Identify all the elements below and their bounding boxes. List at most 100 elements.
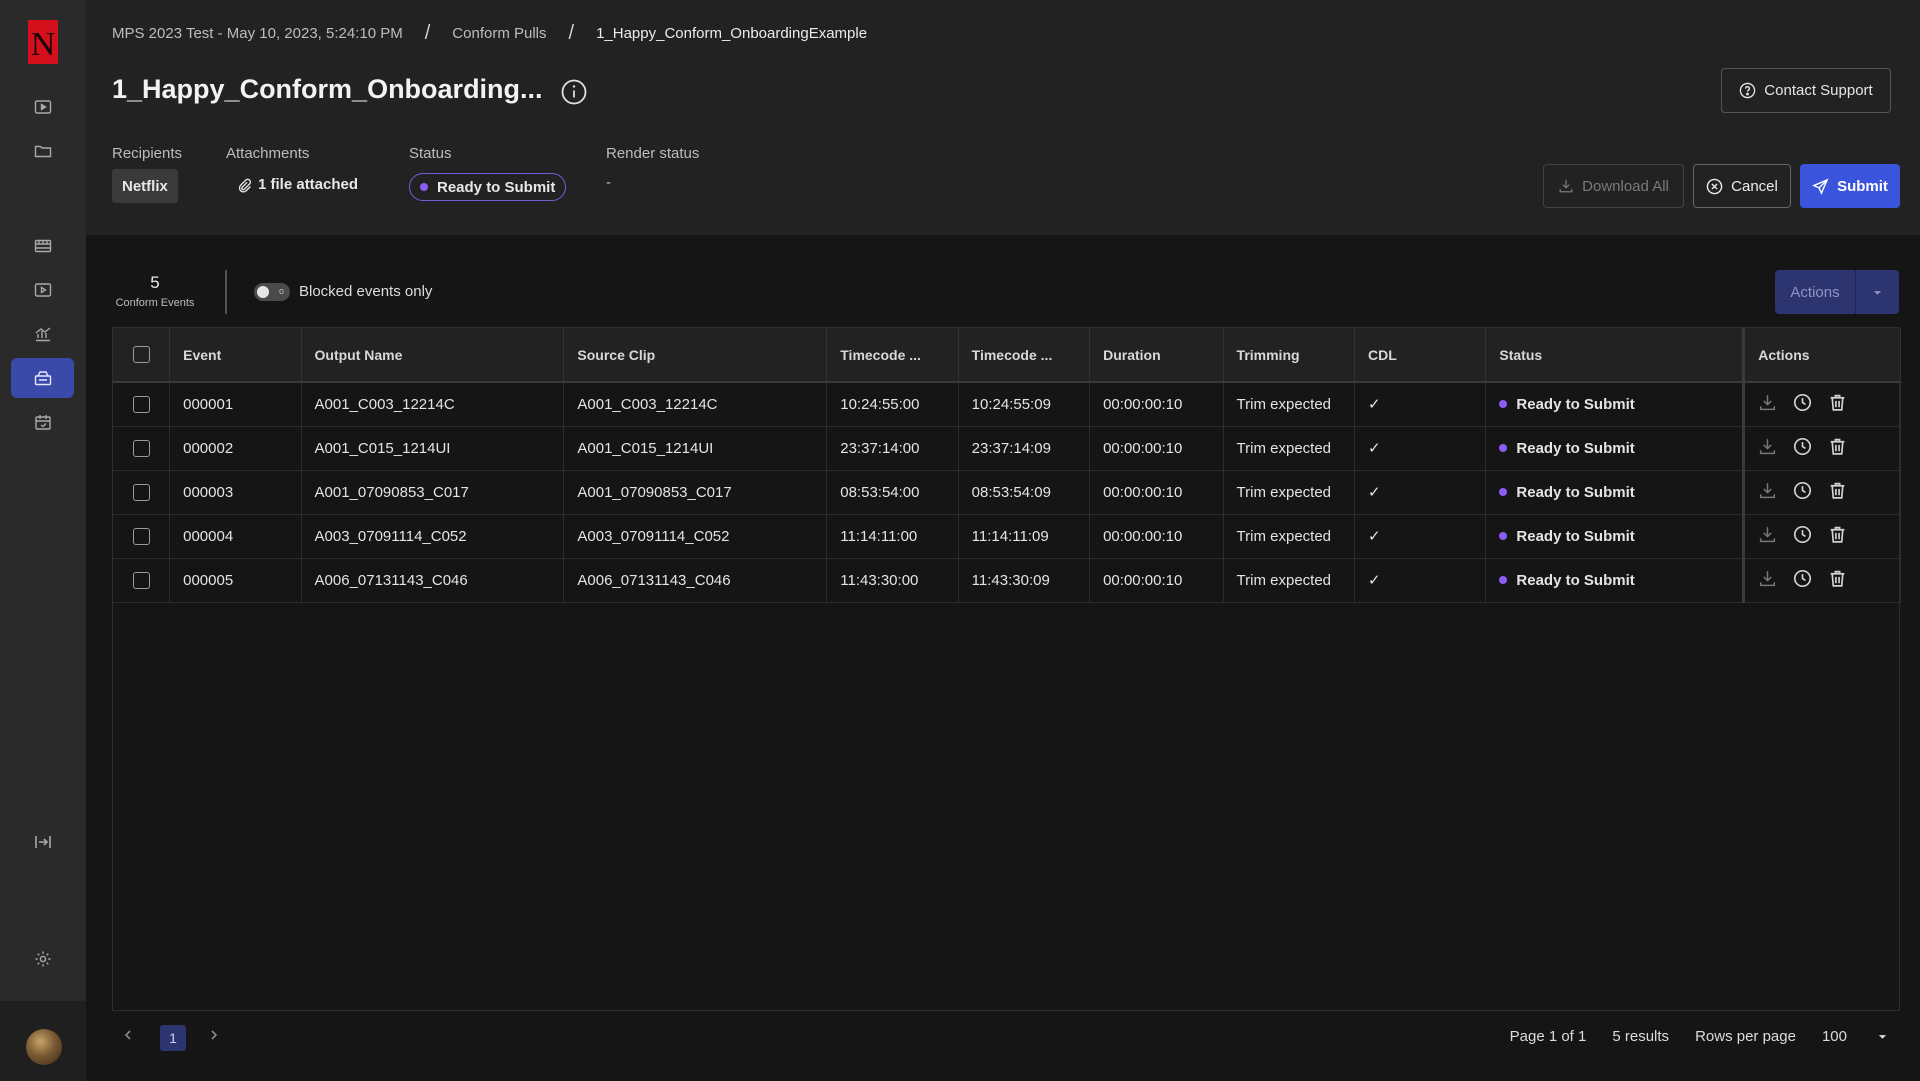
- timecode-in-cell: 08:53:54:00: [826, 470, 959, 515]
- table-row[interactable]: 000005 A006_07131143_C046 A006_07131143_…: [113, 558, 1901, 603]
- timecode-out-cell: 23:37:14:09: [958, 426, 1091, 471]
- breadcrumb-conform-pulls[interactable]: Conform Pulls: [452, 25, 546, 42]
- user-area: [0, 1001, 86, 1081]
- submit-button[interactable]: Submit: [1800, 164, 1900, 208]
- attachments-value: 1 file attached: [258, 176, 359, 193]
- chevron-left-icon[interactable]: [122, 1028, 134, 1046]
- column-header-trimming[interactable]: Trimming: [1223, 328, 1355, 383]
- page-button-current[interactable]: 1: [160, 1025, 186, 1051]
- row-status: Ready to Submit: [1516, 527, 1635, 545]
- table-row[interactable]: 000003 A001_07090853_C017 A001_07090853_…: [113, 470, 1901, 515]
- paperclip-icon: [238, 178, 252, 193]
- column-header-actions: Actions: [1742, 328, 1901, 383]
- avatar[interactable]: [26, 1029, 62, 1065]
- cdl-check-icon: ✓: [1354, 558, 1487, 603]
- results-count: 5 results: [1612, 1028, 1670, 1045]
- cancel-label: Cancel: [1731, 177, 1778, 195]
- close-circle-icon: [1706, 178, 1723, 194]
- row-status: Ready to Submit: [1516, 483, 1635, 501]
- rows-per-page-value: 100: [1821, 1028, 1847, 1045]
- download-all-button[interactable]: Download All: [1543, 164, 1684, 208]
- calendar-icon[interactable]: [11, 402, 74, 442]
- download-icon[interactable]: [1758, 569, 1777, 592]
- rows-per-page-select[interactable]: 100: [1822, 1028, 1888, 1045]
- status-cell: Ready to Submit: [1485, 514, 1745, 559]
- column-header-duration[interactable]: Duration: [1089, 328, 1224, 383]
- collapse-icon[interactable]: [11, 822, 74, 862]
- cdl-check-icon: ✓: [1354, 514, 1487, 559]
- column-header-timecode-in[interactable]: Timecode ...: [826, 328, 959, 383]
- column-header-timecode-out[interactable]: Timecode ...: [958, 328, 1091, 383]
- play-icon[interactable]: [11, 87, 74, 127]
- breadcrumb-project[interactable]: MPS 2023 Test - May 10, 2023, 5:24:10 PM: [112, 25, 403, 42]
- duration-cell: 00:00:00:10: [1089, 382, 1224, 427]
- gear-icon[interactable]: [11, 939, 74, 979]
- download-icon[interactable]: [1758, 481, 1777, 504]
- history-icon[interactable]: [1793, 569, 1812, 592]
- column-header-status[interactable]: Status: [1485, 328, 1745, 383]
- table-row[interactable]: 000004 A003_07091114_C052 A003_07091114_…: [113, 514, 1901, 559]
- blocked-events-toggle[interactable]: o: [254, 283, 290, 301]
- chart-icon[interactable]: [11, 314, 74, 354]
- download-icon[interactable]: [1758, 393, 1777, 416]
- table-row[interactable]: 000002 A001_C015_1214UI A001_C015_1214UI…: [113, 426, 1901, 471]
- status-cell: Ready to Submit: [1485, 426, 1745, 471]
- row-checkbox[interactable]: [132, 439, 150, 457]
- trash-icon[interactable]: [1828, 481, 1847, 504]
- recipients-label: Recipients: [112, 145, 183, 162]
- column-header-source-clip[interactable]: Source Clip: [563, 328, 828, 383]
- actions-label[interactable]: Actions: [1775, 270, 1855, 314]
- render-status-label: Render status: [606, 145, 700, 162]
- status-dot: [1499, 576, 1508, 584]
- row-checkbox[interactable]: [132, 527, 150, 545]
- pagination-info: Page 1 of 1 5 results Rows per page 100: [1510, 1028, 1888, 1045]
- download-icon[interactable]: [1758, 525, 1777, 548]
- status-value: Ready to Submit: [437, 178, 556, 196]
- events-table: Event Output Name Source Clip Timecode .…: [112, 327, 1901, 1065]
- conform-icon[interactable]: [11, 358, 74, 398]
- row-checkbox[interactable]: [132, 571, 150, 589]
- cancel-button[interactable]: Cancel: [1693, 164, 1791, 208]
- history-icon[interactable]: [1793, 393, 1812, 416]
- trimming-cell: Trim expected: [1223, 382, 1355, 427]
- trash-icon[interactable]: [1828, 525, 1847, 548]
- header: MPS 2023 Test - May 10, 2023, 5:24:10 PM…: [86, 0, 1920, 235]
- info-icon[interactable]: [560, 78, 588, 106]
- event-cell: 000003: [169, 470, 302, 515]
- actions-menu-button[interactable]: Actions: [1775, 270, 1899, 314]
- film-icon[interactable]: [11, 226, 74, 266]
- trash-icon[interactable]: [1828, 437, 1847, 460]
- duration-cell: 00:00:00:10: [1089, 470, 1224, 515]
- folder-icon[interactable]: [11, 131, 74, 171]
- history-icon[interactable]: [1793, 437, 1812, 460]
- duration-cell: 00:00:00:10: [1089, 558, 1224, 603]
- chevron-right-icon[interactable]: [208, 1028, 220, 1046]
- help-icon: [1740, 82, 1756, 99]
- row-checkbox[interactable]: [132, 396, 150, 414]
- attachments-link[interactable]: 1 file attached: [236, 176, 358, 193]
- source-clip-cell: A001_07090853_C017: [563, 470, 828, 515]
- timecode-out-cell: 11:14:11:09: [958, 514, 1091, 559]
- download-icon[interactable]: [1758, 437, 1777, 460]
- table-row[interactable]: 000001 A001_C003_12214C A001_C003_12214C…: [113, 382, 1901, 427]
- media-icon[interactable]: [11, 270, 74, 310]
- chevron-down-icon[interactable]: [1855, 270, 1899, 314]
- row-select-cell: [113, 514, 171, 559]
- history-icon[interactable]: [1793, 525, 1812, 548]
- row-checkbox[interactable]: [132, 483, 150, 501]
- select-all-checkbox[interactable]: [132, 346, 150, 364]
- history-icon[interactable]: [1793, 481, 1812, 504]
- column-header-event[interactable]: Event: [169, 328, 302, 383]
- trash-icon[interactable]: [1828, 393, 1847, 416]
- column-header-output-name[interactable]: Output Name: [301, 328, 565, 383]
- trash-icon[interactable]: [1828, 569, 1847, 592]
- status-label: Status: [409, 145, 452, 162]
- netflix-logo[interactable]: N: [28, 20, 58, 64]
- event-cell: 000002: [169, 426, 302, 471]
- breadcrumb-current: 1_Happy_Conform_OnboardingExample: [596, 25, 868, 42]
- contact-support-button[interactable]: Contact Support: [1721, 68, 1891, 113]
- row-status: Ready to Submit: [1516, 571, 1635, 589]
- download-all-label: Download All: [1582, 177, 1669, 195]
- timecode-out-cell: 10:24:55:09: [958, 382, 1091, 427]
- column-header-cdl[interactable]: CDL: [1354, 328, 1487, 383]
